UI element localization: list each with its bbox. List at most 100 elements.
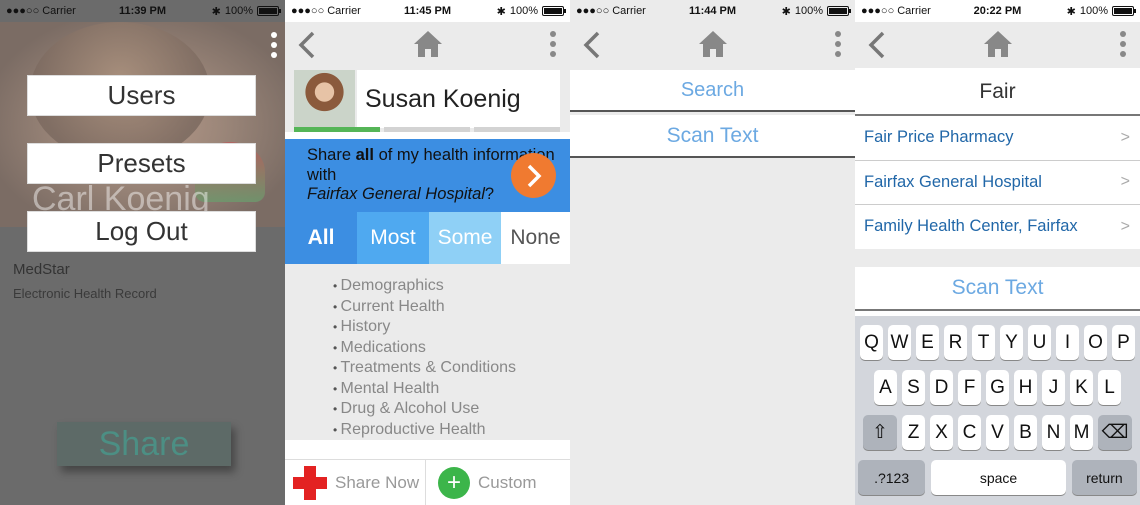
battery-icon — [542, 6, 566, 16]
share-button[interactable]: Share — [57, 422, 231, 466]
key-l[interactable]: L — [1098, 370, 1121, 405]
more-vertical-icon[interactable] — [550, 31, 556, 57]
list-item: Demographics — [333, 276, 570, 297]
key-s[interactable]: S — [902, 370, 925, 405]
menu-item-presets[interactable]: Presets — [27, 143, 256, 184]
organization-name: MedStar — [13, 261, 70, 278]
nav-bar — [855, 22, 1140, 68]
list-item: Reproductive Health — [333, 420, 570, 441]
key-b[interactable]: B — [1014, 415, 1037, 450]
bluetooth-icon: ✱ — [496, 5, 506, 18]
chevron-right-icon: > — [1120, 128, 1130, 146]
bottom-actions: Share Now + Custom — [285, 459, 570, 505]
result-item[interactable]: Fair Price Pharmacy > — [855, 116, 1140, 161]
level-most[interactable]: Most — [357, 212, 429, 264]
shift-icon[interactable]: ⇧ — [863, 415, 897, 450]
list-item: Current Health — [333, 297, 570, 318]
share-level-selector: All Most Some None — [285, 212, 570, 264]
chevron-right-icon — [527, 164, 541, 187]
home-icon[interactable] — [983, 30, 1013, 58]
more-vertical-icon[interactable] — [1120, 31, 1126, 57]
menu-item-log-out[interactable]: Log Out — [27, 211, 256, 252]
battery-icon — [827, 6, 851, 16]
battery-percent: 100% — [509, 5, 538, 17]
back-icon[interactable] — [295, 30, 319, 60]
key-y[interactable]: Y — [1000, 325, 1023, 360]
screen-search-results: ●●●○○ Carrier 20:22 PM ✱ 100% Fair Fair Pr… — [855, 0, 1140, 505]
red-cross-icon — [293, 465, 327, 500]
key-q[interactable]: Q — [860, 325, 883, 360]
key-v[interactable]: V — [986, 415, 1009, 450]
scan-text-button[interactable]: Scan Text — [855, 267, 1140, 311]
key-r[interactable]: R — [944, 325, 967, 360]
user-name: Susan Koenig — [357, 70, 560, 128]
key-u[interactable]: U — [1028, 325, 1051, 360]
keyboard-row: ⇧ ZXCVBNM ⌫ — [858, 415, 1137, 450]
battery-icon — [257, 6, 281, 16]
home-icon[interactable] — [698, 30, 728, 58]
avatar — [294, 70, 355, 128]
more-vertical-icon[interactable] — [835, 31, 841, 57]
bluetooth-icon: ✱ — [781, 5, 791, 18]
key-f[interactable]: F — [958, 370, 981, 405]
key-i[interactable]: I — [1056, 325, 1079, 360]
key-w[interactable]: W — [888, 325, 911, 360]
back-icon[interactable] — [865, 30, 889, 60]
keyboard-row: ASDFGHJKL — [858, 370, 1137, 405]
list-item: Mental Health — [333, 379, 570, 400]
keyboard: QWERTYUIOP ASDFGHJKL ⇧ ZXCVBNM ⌫ .?123 s… — [855, 316, 1140, 505]
key-a[interactable]: A — [874, 370, 897, 405]
list-item: Drug & Alcohol Use — [333, 399, 570, 420]
search-input[interactable]: Fair — [855, 70, 1140, 116]
screen-search: ●●●○○ Carrier 11:44 PM ✱ 100% Search Scan … — [570, 0, 855, 505]
custom-button[interactable]: + Custom — [425, 460, 570, 505]
key-x[interactable]: X — [930, 415, 953, 450]
more-vertical-icon[interactable] — [271, 32, 277, 58]
chevron-right-icon: > — [1120, 173, 1130, 191]
keyboard-row: QWERTYUIOP — [858, 325, 1137, 360]
home-icon[interactable] — [413, 30, 443, 58]
search-input[interactable]: Search — [570, 70, 855, 112]
chevron-right-icon: > — [1120, 217, 1130, 235]
level-none[interactable]: None — [501, 212, 570, 264]
key-c[interactable]: C — [958, 415, 981, 450]
key-j[interactable]: J — [1042, 370, 1065, 405]
key-g[interactable]: G — [986, 370, 1009, 405]
level-all[interactable]: All — [285, 212, 357, 264]
level-some[interactable]: Some — [429, 212, 501, 264]
next-button[interactable] — [511, 153, 556, 198]
key-t[interactable]: T — [972, 325, 995, 360]
list-item: History — [333, 317, 570, 338]
signal-icon: ●●●○○ — [861, 5, 895, 17]
status-bar: ●●●○○ Carrier 11:45 PM ✱ 100% — [285, 0, 570, 22]
key-m[interactable]: M — [1070, 415, 1093, 450]
keyboard-row: .?123 space return — [858, 460, 1137, 495]
status-bar: ●●●○○ Carrier 20:22 PM ✱ 100% — [855, 0, 1140, 22]
carrier-label: Carrier — [897, 5, 931, 17]
menu-item-users[interactable]: Users — [27, 75, 256, 116]
key-z[interactable]: Z — [902, 415, 925, 450]
carrier-label: Carrier — [42, 5, 76, 17]
signal-icon: ●●●○○ — [6, 5, 40, 17]
key-p[interactable]: P — [1112, 325, 1135, 360]
numbers-key[interactable]: .?123 — [858, 460, 926, 495]
key-h[interactable]: H — [1014, 370, 1037, 405]
signal-icon: ●●●○○ — [291, 5, 325, 17]
key-e[interactable]: E — [916, 325, 939, 360]
screen-main-menu: ●●●○○ Carrier 11:39 PM ✱ 100% Carl Koenig … — [0, 0, 285, 505]
space-key[interactable]: space — [931, 460, 1066, 495]
back-icon[interactable] — [580, 30, 604, 60]
key-o[interactable]: O — [1084, 325, 1107, 360]
backspace-icon[interactable]: ⌫ — [1098, 415, 1132, 450]
key-k[interactable]: K — [1070, 370, 1093, 405]
nav-bar — [570, 22, 855, 68]
result-item[interactable]: Fairfax General Hospital > — [855, 160, 1140, 205]
key-d[interactable]: D — [930, 370, 953, 405]
result-item[interactable]: Family Health Center, Fairfax > — [855, 205, 1140, 250]
scan-text-button[interactable]: Scan Text — [570, 115, 855, 158]
screen-share-settings: ●●●○○ Carrier 11:45 PM ✱ 100% Susan Koenig… — [285, 0, 570, 505]
share-now-button[interactable]: Share Now — [285, 460, 425, 505]
key-n[interactable]: N — [1042, 415, 1065, 450]
return-key[interactable]: return — [1071, 460, 1137, 495]
status-bar: ●●●○○ Carrier 11:44 PM ✱ 100% — [570, 0, 855, 22]
